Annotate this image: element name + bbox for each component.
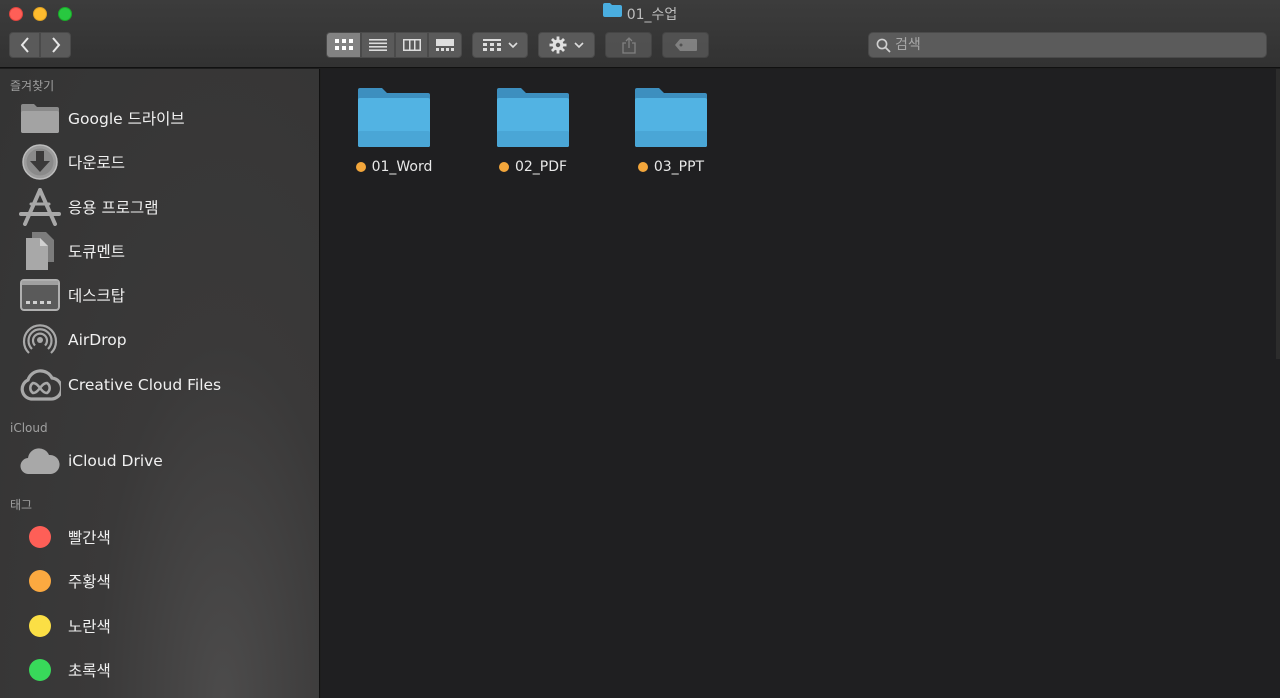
chevron-right-icon: [51, 37, 60, 53]
list-icon: [369, 39, 387, 51]
folder-item-01-word[interactable]: 01_Word: [334, 87, 454, 175]
folder-name: 03_PPT: [611, 159, 731, 175]
folder-item-03-ppt[interactable]: 03_PPT: [611, 87, 731, 175]
file-browser-content: 01_Word 02_PDF 03_PPT: [321, 69, 1280, 698]
tag-dot-orange: [29, 570, 51, 592]
sidebar-item-label: iCloud Drive: [68, 452, 163, 470]
sidebar-item-label: 응용 프로그램: [68, 199, 159, 217]
sidebar-item-airdrop[interactable]: AirDrop: [18, 319, 308, 361]
gear-icon: [549, 36, 567, 54]
search-icon: [876, 38, 891, 57]
sidebar-item-label: Creative Cloud Files: [68, 376, 222, 394]
folder-icon: [497, 88, 569, 147]
sidebar-item-label: AirDrop: [68, 331, 127, 349]
folder-icon: [358, 88, 430, 147]
favorites-heading: 즐겨찾기: [10, 79, 55, 93]
tag-dot-yellow: [29, 615, 51, 637]
folder-item-02-pdf[interactable]: 02_PDF: [473, 87, 593, 175]
sidebar: 즐겨찾기 Google 드라이브 다운로드 응용 프로그램 도큐멘트 데스크탑 …: [0, 69, 320, 698]
tag-dot-orange: [637, 162, 648, 172]
window-title: 01_수업: [0, 3, 1280, 25]
grid-icon: [334, 39, 353, 50]
sidebar-item-label: 다운로드: [68, 154, 126, 172]
sidebar-item-google-drive[interactable]: Google 드라이브: [18, 97, 308, 139]
search-input[interactable]: [895, 35, 1255, 55]
folder-icon: [635, 88, 707, 147]
sidebar-item-creative-cloud-files[interactable]: Creative Cloud Files: [18, 364, 308, 406]
folder-name-text: 01_Word: [371, 159, 433, 175]
folder-name: 02_PDF: [473, 159, 593, 175]
back-button[interactable]: [9, 32, 40, 58]
window-toolbar: 01_수업: [0, 0, 1280, 68]
chevron-down-icon: [507, 42, 518, 49]
group-icon: [482, 39, 501, 51]
action-menu-button[interactable]: [538, 32, 595, 58]
applications-icon: [18, 186, 62, 228]
chevron-left-icon: [20, 37, 29, 53]
sidebar-item-downloads[interactable]: 다운로드: [18, 141, 308, 183]
folder-name: 01_Word: [334, 159, 454, 175]
sidebar-item-label: Google 드라이브: [68, 110, 185, 128]
sidebar-item-tag-green[interactable]: 초록색: [18, 649, 308, 691]
cloud-icon: [18, 440, 62, 482]
sidebar-item-tag-orange[interactable]: 주황색: [18, 560, 308, 602]
sidebar-item-tag-red[interactable]: 빨간색: [18, 516, 308, 558]
sidebar-item-label: 데스크탑: [68, 287, 126, 305]
group-by-button[interactable]: [472, 32, 528, 58]
icon-view-button[interactable]: [326, 32, 361, 58]
list-view-button[interactable]: [361, 32, 395, 58]
desktop-icon: [18, 274, 62, 316]
window-title-text: 01_수업: [626, 7, 678, 23]
edit-tags-button[interactable]: [662, 32, 709, 58]
sidebar-item-icloud-drive[interactable]: iCloud Drive: [18, 440, 308, 482]
sidebar-item-applications[interactable]: 응용 프로그램: [18, 186, 308, 228]
share-button[interactable]: [605, 32, 652, 58]
column-view-button[interactable]: [395, 32, 428, 58]
sidebar-item-desktop[interactable]: 데스크탑: [18, 274, 308, 316]
gallery-view-button[interactable]: [428, 32, 462, 58]
sidebar-item-label: 도큐멘트: [68, 243, 126, 261]
tags-heading: 태그: [10, 498, 33, 512]
forward-button[interactable]: [40, 32, 71, 58]
tag-icon: [674, 39, 697, 51]
folder-icon: [18, 97, 62, 139]
sidebar-item-documents[interactable]: 도큐멘트: [18, 230, 308, 272]
chevron-down-icon: [574, 42, 584, 49]
airdrop-icon: [18, 319, 62, 361]
tag-dot-green: [29, 659, 51, 681]
sidebar-item-label: 초록색: [68, 662, 111, 680]
folder-name-text: 02_PDF: [514, 159, 568, 175]
columns-icon: [402, 39, 421, 51]
tag-dot-red: [29, 526, 51, 548]
sidebar-item-tag-yellow[interactable]: 노란색: [18, 605, 308, 647]
share-icon: [621, 36, 636, 54]
folder-name-text: 03_PPT: [653, 159, 705, 175]
sidebar-item-label: 노란색: [68, 618, 111, 636]
window-edge-scrollbar[interactable]: [1276, 69, 1280, 359]
documents-icon: [18, 230, 62, 272]
icloud-heading: iCloud: [10, 421, 48, 435]
tag-dot-orange: [498, 162, 509, 172]
download-icon: [18, 141, 62, 183]
tag-dot-orange: [355, 162, 366, 172]
sidebar-item-label: 주황색: [68, 573, 111, 591]
sidebar-item-label: 빨간색: [68, 529, 111, 547]
creative-cloud-icon: [18, 364, 62, 406]
gallery-icon: [436, 39, 454, 51]
folder-icon: [602, 3, 622, 23]
search-field[interactable]: [868, 32, 1267, 58]
